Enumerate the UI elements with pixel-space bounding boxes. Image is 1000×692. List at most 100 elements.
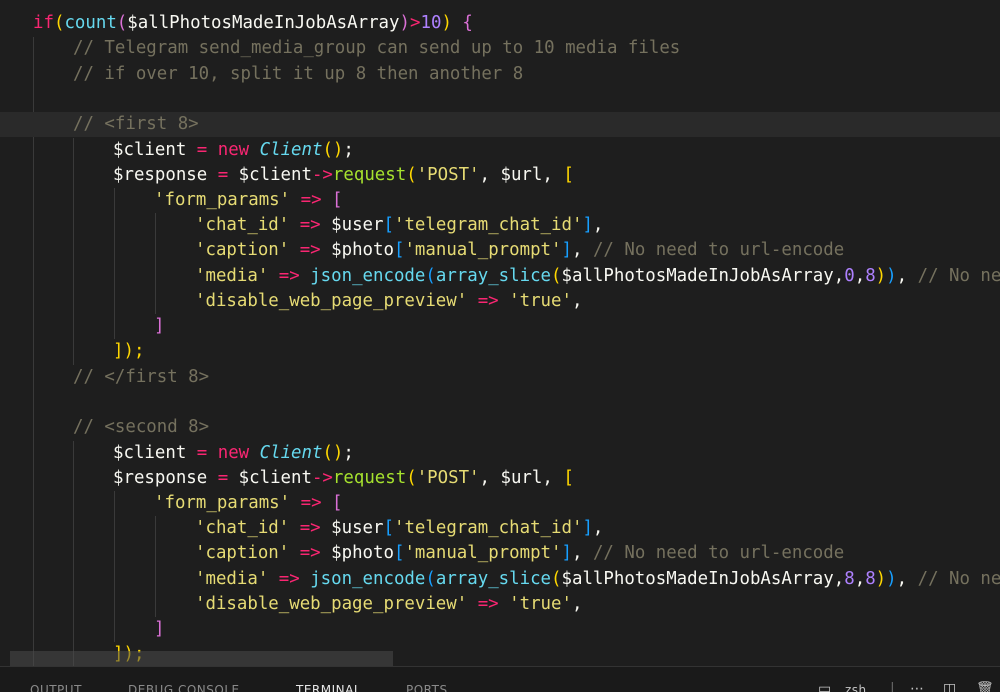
- operator: =>: [268, 266, 311, 286]
- operator: >: [410, 13, 421, 33]
- code-line-11[interactable]: 'media' => json_encode(array_slice($allP…: [0, 264, 1000, 289]
- paren: ): [441, 13, 452, 33]
- class-name: Client: [259, 443, 323, 463]
- bracket: [: [332, 190, 343, 210]
- class-name: Client: [259, 140, 323, 160]
- horizontal-scrollbar[interactable]: [10, 651, 393, 666]
- bracket: ]: [582, 215, 593, 235]
- comma: ,: [479, 165, 501, 185]
- method-name: request: [332, 165, 407, 185]
- operator: =>: [467, 291, 510, 311]
- string: 'POST': [416, 165, 480, 185]
- operator: =>: [289, 215, 332, 235]
- function-name: array_slice: [435, 266, 552, 286]
- variable: $user: [331, 518, 384, 538]
- comma: ,: [571, 543, 593, 563]
- code-line-24[interactable]: 'disable_web_page_preview' => 'true',: [0, 592, 1000, 617]
- code-line-25[interactable]: ]: [0, 617, 1000, 642]
- code-line-8[interactable]: 'form_params' => [: [0, 188, 1000, 213]
- string: 'media': [195, 569, 269, 589]
- operator: =: [186, 140, 218, 160]
- code-line-2[interactable]: // Telegram send_media_group can send up…: [0, 36, 1000, 61]
- string: 'caption': [195, 240, 290, 260]
- code-line-22[interactable]: 'caption' => $photo['manual_prompt'], //…: [0, 541, 1000, 566]
- function-name: json_encode: [310, 569, 426, 589]
- variable: $client: [113, 140, 187, 160]
- string: 'POST': [416, 468, 480, 488]
- code-editor[interactable]: if(count($allPhotosMadeInJobAsArray)>10)…: [0, 0, 1000, 666]
- code-line-5[interactable]: // <first 8>: [0, 112, 1000, 137]
- string: 'manual_prompt': [404, 543, 562, 563]
- operator: =>: [290, 190, 333, 210]
- variable: $photo: [331, 240, 394, 260]
- code-line-23[interactable]: 'media' => json_encode(array_slice($allP…: [0, 567, 1000, 592]
- variable: $url: [500, 468, 543, 488]
- bracket: ]: [561, 240, 572, 260]
- bracket: [: [393, 240, 405, 260]
- code-line-3[interactable]: // if over 10, split it up 8 then anothe…: [0, 62, 1000, 87]
- split-terminal-icon[interactable]: ◫: [943, 681, 956, 692]
- operator: =: [207, 165, 239, 185]
- operator: =>: [290, 493, 333, 513]
- code-line-1[interactable]: if(count($allPhotosMadeInJobAsArray)>10)…: [0, 11, 1000, 36]
- code-line-13[interactable]: ]: [0, 314, 1000, 339]
- operator: ->: [311, 468, 333, 488]
- comma: ,: [571, 594, 583, 614]
- code-line-6[interactable]: $client = new Client();: [0, 138, 1000, 163]
- string: 'chat_id': [195, 215, 290, 235]
- bracket: [: [383, 215, 394, 235]
- code-line-15[interactable]: // </first 8>: [0, 365, 1000, 390]
- variable: $client: [238, 468, 312, 488]
- string: 'media': [195, 266, 269, 286]
- comma: ,: [592, 215, 604, 235]
- bracket: ]: [154, 619, 165, 639]
- variable: $client: [238, 165, 312, 185]
- comma: ,: [833, 569, 845, 589]
- comma: ,: [592, 518, 604, 538]
- trash-icon[interactable]: 🗑: [976, 681, 994, 692]
- code-line-14[interactable]: ]);: [0, 339, 1000, 364]
- code-line-19[interactable]: $response = $client->request('POST', $ur…: [0, 466, 1000, 491]
- comma: ,: [542, 165, 564, 185]
- comment: // No need to url-encode: [592, 543, 845, 563]
- variable: $client: [113, 443, 187, 463]
- bracket: ]: [582, 518, 593, 538]
- code-line-12[interactable]: 'disable_web_page_preview' => 'true',: [0, 289, 1000, 314]
- bracket: [: [393, 543, 405, 563]
- comma: ,: [896, 266, 918, 286]
- more-icon[interactable]: ⋯: [910, 681, 924, 692]
- operator: ->: [311, 165, 333, 185]
- variable: $url: [500, 165, 543, 185]
- paren: (): [322, 140, 344, 160]
- comma: ,: [854, 569, 866, 589]
- code-line-20[interactable]: 'form_params' => [: [0, 491, 1000, 516]
- code-line-10[interactable]: 'caption' => $photo['manual_prompt'], //…: [0, 238, 1000, 263]
- code-line-21[interactable]: 'chat_id' => $user['telegram_chat_id'],: [0, 516, 1000, 541]
- code-line-18[interactable]: $client = new Client();: [0, 441, 1000, 466]
- bracket: [: [563, 468, 574, 488]
- comment: // No need to url-encode: [592, 240, 845, 260]
- number: 8: [865, 569, 876, 589]
- string: 'manual_prompt': [404, 240, 562, 260]
- comment: // No need: [917, 266, 1000, 286]
- comma: ,: [571, 291, 583, 311]
- comment: // No need: [917, 569, 1000, 589]
- code-line-17[interactable]: // <second 8>: [0, 415, 1000, 440]
- function-name: json_encode: [310, 266, 426, 286]
- variable: $response: [113, 165, 208, 185]
- operator: =: [207, 468, 239, 488]
- comma: ,: [542, 468, 564, 488]
- method-name: request: [332, 468, 407, 488]
- bracket: ]: [154, 316, 165, 336]
- operator: =: [186, 443, 218, 463]
- bracket: [: [332, 493, 343, 513]
- bracket: [: [563, 165, 574, 185]
- comma: ,: [896, 569, 918, 589]
- code-line-9[interactable]: 'chat_id' => $user['telegram_chat_id'],: [0, 213, 1000, 238]
- code-line-7[interactable]: $response = $client->request('POST', $ur…: [0, 163, 1000, 188]
- string: 'true': [509, 594, 572, 614]
- comment: // </first 8>: [73, 367, 210, 387]
- terminal-icon[interactable]: ▭: [818, 681, 831, 692]
- string: 'telegram_chat_id': [393, 215, 583, 235]
- operator: =>: [467, 594, 510, 614]
